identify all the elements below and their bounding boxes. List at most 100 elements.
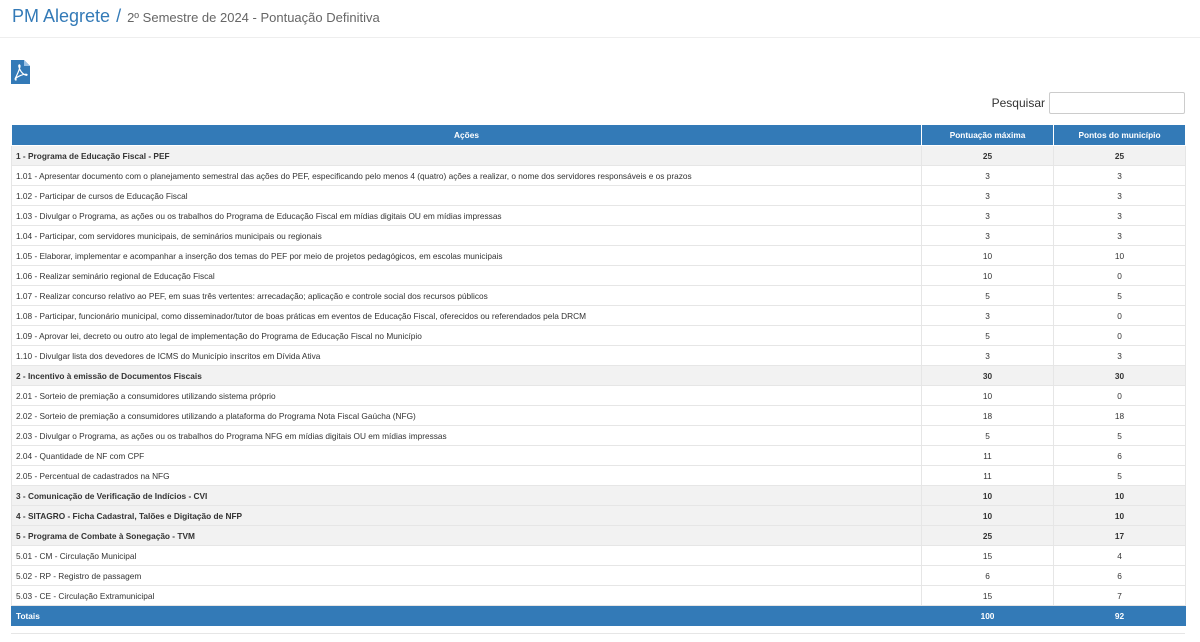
- totals-label: Totais: [11, 605, 922, 626]
- max-score-cell: 25: [921, 145, 1054, 166]
- table-row: 2.02 - Sorteio de premiação a consumidor…: [11, 405, 1186, 426]
- action-cell: 1.09 - Aprovar lei, decreto ou outro ato…: [11, 325, 922, 346]
- action-cell: 2.01 - Sorteio de premiação a consumidor…: [11, 385, 922, 406]
- max-score-cell: 10: [921, 265, 1054, 286]
- score-table: Ações Pontuação máxima Pontos do municíp…: [11, 124, 1186, 626]
- table-row: 5.02 - RP - Registro de passagem 6 6: [11, 565, 1186, 586]
- table-row: 2.05 - Percentual de cadastrados na NFG 1…: [11, 465, 1186, 486]
- points-cell: 5: [1053, 425, 1186, 446]
- action-cell: 1.02 - Participar de cursos de Educação …: [11, 185, 922, 206]
- max-score-cell: 5: [921, 325, 1054, 346]
- points-cell: 10: [1053, 485, 1186, 506]
- points-cell: 10: [1053, 245, 1186, 266]
- table-row: 1.06 - Realizar seminário regional de Ed…: [11, 265, 1186, 286]
- table-row: 1.08 - Participar, funcionário municipal…: [11, 305, 1186, 326]
- points-cell: 0: [1053, 305, 1186, 326]
- table-row: 1.07 - Realizar concurso relativo ao PEF…: [11, 285, 1186, 306]
- action-cell: 1.03 - Divulgar o Programa, as ações ou …: [11, 205, 922, 226]
- action-cell: 5.02 - RP - Registro de passagem: [11, 565, 922, 586]
- max-score-cell: 11: [921, 445, 1054, 466]
- points-cell: 0: [1053, 385, 1186, 406]
- header-divider: [0, 37, 1200, 38]
- table-row: 1.10 - Divulgar lista dos devedores de I…: [11, 345, 1186, 366]
- table-header-row: Ações Pontuação máxima Pontos do municíp…: [11, 124, 1186, 146]
- points-cell: 3: [1053, 225, 1186, 246]
- max-score-cell: 5: [921, 425, 1054, 446]
- points-cell: 10: [1053, 505, 1186, 526]
- column-header-actions[interactable]: Ações: [11, 124, 922, 146]
- action-cell: 2.04 - Quantidade de NF com CPF: [11, 445, 922, 466]
- max-score-cell: 3: [921, 345, 1054, 366]
- max-score-cell: 30: [921, 365, 1054, 386]
- max-score-cell: 3: [921, 205, 1054, 226]
- table-footer-bar: [11, 625, 1185, 634]
- max-score-cell: 5: [921, 285, 1054, 306]
- file-pdf-icon[interactable]: [11, 60, 30, 84]
- max-score-cell: 3: [921, 225, 1054, 246]
- action-cell: 4 - SITAGRO - Ficha Cadastral, Talões e …: [11, 505, 922, 526]
- page-title: 2º Semestre de 2024 - Pontuação Definiti…: [127, 10, 380, 25]
- group-row: 3 - Comunicação de Verificação de Indíci…: [11, 485, 1186, 506]
- action-cell: 5 - Programa de Combate à Sonegação - TV…: [11, 525, 922, 546]
- search-input[interactable]: [1049, 92, 1185, 114]
- points-cell: 4: [1053, 545, 1186, 566]
- max-score-cell: 11: [921, 465, 1054, 486]
- action-cell: 1.01 - Apresentar documento com o planej…: [11, 165, 922, 186]
- breadcrumb-separator: /: [116, 6, 122, 26]
- totals-max: 100: [921, 605, 1054, 626]
- table-row: 1.01 - Apresentar documento com o planej…: [11, 165, 1186, 186]
- action-cell: 2 - Incentivo à emissão de Documentos Fi…: [11, 365, 922, 386]
- table-row: 1.03 - Divulgar o Programa, as ações ou …: [11, 205, 1186, 226]
- points-cell: 17: [1053, 525, 1186, 546]
- table-body: 1 - Programa de Educação Fiscal - PEF 25 2…: [11, 145, 1186, 606]
- search-label: Pesquisar: [991, 96, 1045, 110]
- points-cell: 5: [1053, 285, 1186, 306]
- table-row: 5.01 - CM - Circulação Municipal 15 4: [11, 545, 1186, 566]
- group-row: 5 - Programa de Combate à Sonegação - TV…: [11, 525, 1186, 546]
- municipality-name[interactable]: PM Alegrete: [12, 6, 110, 27]
- action-cell: 1.04 - Participar, com servidores munici…: [11, 225, 922, 246]
- table-row: 5.03 - CE - Circulação Extramunicipal 15 7: [11, 585, 1186, 606]
- table-row: 1.05 - Elaborar, implementar e acompanha…: [11, 245, 1186, 266]
- table-row: 2.01 - Sorteio de premiação a consumidor…: [11, 385, 1186, 406]
- points-cell: 5: [1053, 465, 1186, 486]
- group-row: 2 - Incentivo à emissão de Documentos Fi…: [11, 365, 1186, 386]
- max-score-cell: 3: [921, 165, 1054, 186]
- points-cell: 3: [1053, 165, 1186, 186]
- points-cell: 0: [1053, 265, 1186, 286]
- points-cell: 3: [1053, 345, 1186, 366]
- action-cell: 3 - Comunicação de Verificação de Indíci…: [11, 485, 922, 506]
- action-cell: 1.06 - Realizar seminário regional de Ed…: [11, 265, 922, 286]
- table-row: 1.09 - Aprovar lei, decreto ou outro ato…: [11, 325, 1186, 346]
- action-cell: 1.05 - Elaborar, implementar e acompanha…: [11, 245, 922, 266]
- table-row: 1.04 - Participar, com servidores munici…: [11, 225, 1186, 246]
- max-score-cell: 6: [921, 565, 1054, 586]
- action-cell: 1.10 - Divulgar lista dos devedores de I…: [11, 345, 922, 366]
- action-cell: 1.08 - Participar, funcionário municipal…: [11, 305, 922, 326]
- totals-row: Totais 100 92: [11, 605, 1186, 626]
- points-cell: 25: [1053, 145, 1186, 166]
- search-area: Pesquisar: [992, 92, 1185, 114]
- column-header-max-score[interactable]: Pontuação máxima: [921, 124, 1054, 146]
- points-cell: 7: [1053, 585, 1186, 606]
- points-cell: 6: [1053, 565, 1186, 586]
- points-cell: 0: [1053, 325, 1186, 346]
- max-score-cell: 10: [921, 505, 1054, 526]
- action-cell: 5.01 - CM - Circulação Municipal: [11, 545, 922, 566]
- action-cell: 5.03 - CE - Circulação Extramunicipal: [11, 585, 922, 606]
- action-cell: 2.03 - Divulgar o Programa, as ações ou …: [11, 425, 922, 446]
- action-cell: 2.02 - Sorteio de premiação a consumidor…: [11, 405, 922, 426]
- table-row: 2.04 - Quantidade de NF com CPF 11 6: [11, 445, 1186, 466]
- max-score-cell: 25: [921, 525, 1054, 546]
- points-cell: 18: [1053, 405, 1186, 426]
- max-score-cell: 3: [921, 185, 1054, 206]
- action-cell: 1 - Programa de Educação Fiscal - PEF: [11, 145, 922, 166]
- column-header-municipality-points[interactable]: Pontos do município: [1053, 124, 1186, 146]
- max-score-cell: 15: [921, 585, 1054, 606]
- points-cell: 30: [1053, 365, 1186, 386]
- max-score-cell: 15: [921, 545, 1054, 566]
- table-row: 1.02 - Participar de cursos de Educação …: [11, 185, 1186, 206]
- action-cell: 2.05 - Percentual de cadastrados na NFG: [11, 465, 922, 486]
- points-cell: 3: [1053, 185, 1186, 206]
- points-cell: 6: [1053, 445, 1186, 466]
